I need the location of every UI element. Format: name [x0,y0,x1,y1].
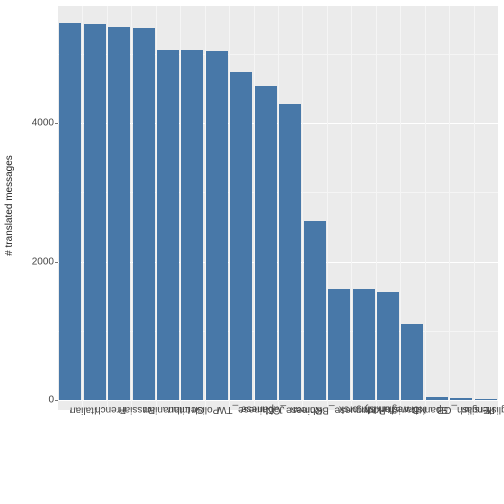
bar [279,104,301,400]
x-tick-mark [388,410,389,413]
bar [426,397,448,400]
x-tick-mark [290,410,291,413]
gridline-v-minor [474,6,475,410]
x-tick-mark [217,410,218,413]
x-tick-label-text: Italian [70,404,97,415]
gridline-v-minor [449,6,450,410]
y-axis-label-text: # translated messages [4,155,15,256]
bar [230,72,252,399]
x-tick-mark [168,410,169,413]
bar [206,51,228,400]
x-tick-mark [266,410,267,413]
bar [475,399,497,400]
x-tick-mark [192,410,193,413]
x-tick-mark [315,410,316,413]
bar [377,292,399,400]
bar [84,24,106,400]
bar [328,289,350,399]
bar [353,289,375,399]
bar [133,28,155,400]
x-tick-label-text: Polish [192,404,219,415]
bar [181,50,203,399]
x-tick-mark [364,410,365,413]
x-tick-mark [339,410,340,413]
x-tick-mark [241,410,242,413]
x-tick-mark [144,410,145,413]
x-tick-mark [119,410,120,413]
y-tick-label: 0 [48,394,54,405]
x-tick-label-text: English [486,404,504,415]
plot-panel [58,6,498,410]
x-tick-mark [412,410,413,413]
x-tick-mark [437,410,438,413]
x-tick-labels: ItalianFrenchRussianLithuanianGermanPoli… [58,412,498,502]
y-tick-mark [55,400,58,401]
bar-chart: # translated messages 0 2000 4000 ItalianF… [0,0,504,504]
bar [304,221,326,399]
y-axis-label: # translated messages [2,0,16,410]
x-tick-mark [486,410,487,413]
y-tick-mark [55,262,58,263]
bar [108,27,130,400]
y-tick-labels: 0 2000 4000 [16,0,56,410]
x-tick-mark [70,410,71,413]
y-tick-mark [55,123,58,124]
bar [401,324,423,400]
x-tick-mark [95,410,96,413]
bar [157,50,179,400]
x-tick-mark [461,410,462,413]
y-tick-label: 2000 [32,256,54,267]
gridline-v-minor [425,6,426,410]
bar [59,23,81,400]
bar [450,398,472,400]
bar [255,86,277,400]
y-tick-label: 4000 [32,118,54,129]
